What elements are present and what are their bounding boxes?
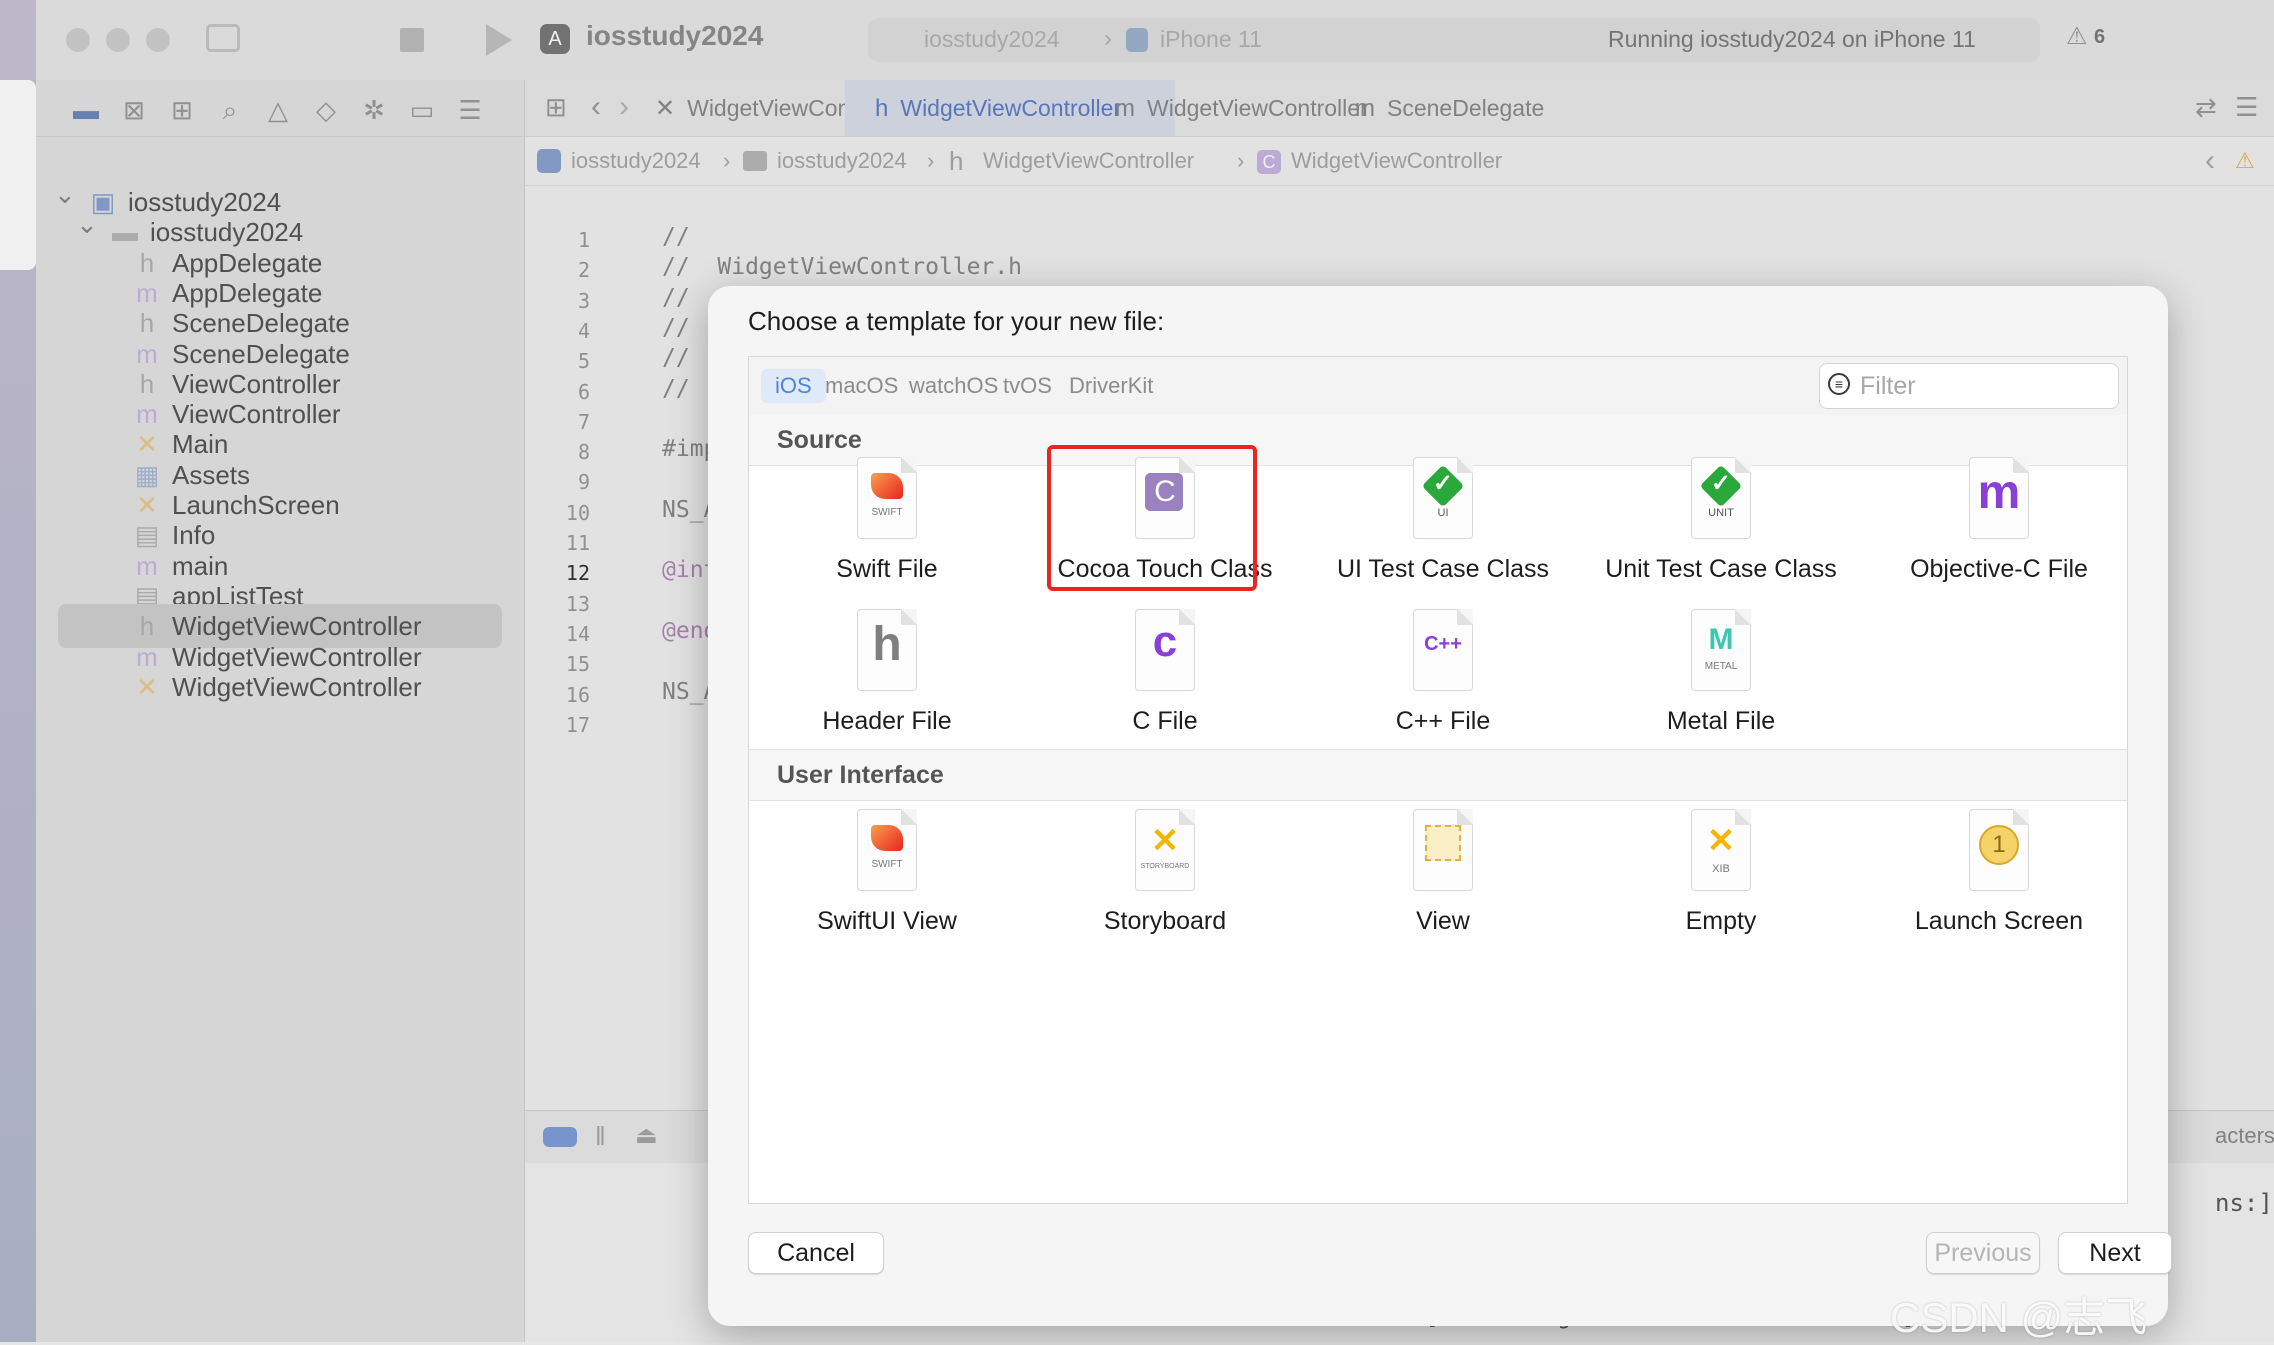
objective-c-file-icon: m (1969, 457, 2029, 539)
template-badge: c (1152, 617, 1178, 666)
ui-test-case-class-icon: ✓ UI (1413, 457, 1473, 539)
cancel-button[interactable]: Cancel (748, 1232, 884, 1274)
empty-icon: ✕ XIB (1691, 809, 1751, 891)
watermark: CSDN @志飞 (1890, 1294, 2148, 1341)
template-badge: C++ (1424, 633, 1462, 655)
template-badge: STORYBOARD (1140, 863, 1190, 870)
new-file-template-dialog: Choose a template for your new file: iOS… (708, 286, 2172, 1326)
template-name: Empty (1685, 907, 1757, 935)
template-name: Storyboard (1103, 907, 1227, 935)
template-item[interactable]: ✓ UI UI Test Case Class (1325, 457, 1561, 597)
template-badge: h (872, 618, 902, 671)
red-highlight-box (1047, 445, 1257, 591)
swiftui-view-icon: SWIFT (857, 809, 917, 891)
dialog-prompt: Choose a template for your new file: (748, 306, 1165, 336)
template-name: View (1416, 907, 1470, 935)
template-item[interactable]: m Objective-C File (1881, 457, 2117, 597)
template-item[interactable]: View (1325, 809, 1561, 949)
template-badge: METAL (1704, 661, 1738, 672)
section-header-user-interface: User Interface (749, 749, 2127, 801)
template-badge: XIB (1712, 863, 1730, 875)
next-button[interactable]: Next (2058, 1232, 2172, 1274)
view-icon (1413, 809, 1473, 891)
metal-file-icon: M METAL (1691, 609, 1751, 691)
template-item[interactable]: M METAL Metal File (1603, 609, 1839, 749)
platform-bar: iOS macOS watchOS tvOS DriverKit ≡ Filter (749, 357, 2127, 416)
template-badge: SWIFT (871, 507, 903, 518)
template-item[interactable]: 1 Launch Screen (1881, 809, 2117, 949)
template-item[interactable]: C++ C++ File (1325, 609, 1561, 749)
template-badge: UI (1437, 507, 1449, 519)
template-name: C++ File (1395, 707, 1491, 735)
template-panel: iOS macOS watchOS tvOS DriverKit ≡ Filter So… (748, 356, 2128, 1204)
template-badge: SWIFT (871, 859, 903, 870)
unit-test-case-class-icon: ✓ UNIT (1691, 457, 1751, 539)
template-item[interactable]: SWIFT SwiftUI View (769, 809, 1005, 949)
template-name: Header File (822, 707, 952, 735)
filter-field[interactable]: ≡ Filter (1819, 363, 2119, 409)
template-badge: 1 (1992, 831, 2006, 858)
launch-screen-icon: 1 (1969, 809, 2029, 891)
filter-placeholder: Filter (1860, 372, 1916, 400)
storyboard-icon: ✕ STORYBOARD (1135, 809, 1195, 891)
template-badge: UNIT (1708, 507, 1734, 519)
template-name: Launch Screen (1914, 907, 2084, 935)
template-item[interactable]: C Cocoa Touch Class (1047, 445, 1283, 627)
template-name: Objective-C File (1910, 555, 2088, 583)
template-badge: m (1977, 466, 2021, 519)
template-item[interactable]: ✕ STORYBOARD Storyboard (1047, 809, 1283, 949)
template-name: Swift File (836, 555, 938, 583)
template-item[interactable]: c C File (1047, 609, 1283, 749)
template-item[interactable]: SWIFT Swift File (769, 457, 1005, 597)
template-item[interactable]: h Header File (769, 609, 1005, 749)
template-name: SwiftUI View (817, 907, 957, 935)
previous-button[interactable]: Previous (1926, 1232, 2040, 1274)
template-item[interactable]: ✕ XIB Empty (1603, 809, 1839, 949)
filter-icon: ≡ (1828, 373, 1850, 395)
template-name: UI Test Case Class (1336, 555, 1550, 583)
template-name: Unit Test Case Class (1605, 555, 1837, 583)
c-file-icon: C++ (1413, 609, 1473, 691)
header-file-icon: h (857, 609, 917, 691)
platform-tab[interactable]: DriverKit (1055, 369, 1167, 403)
swift-file-icon: SWIFT (857, 457, 917, 539)
template-item[interactable]: ✓ UNIT Unit Test Case Class (1603, 457, 1839, 597)
template-name: C File (1132, 707, 1198, 735)
c-file-icon: c (1135, 609, 1195, 691)
template-name: Metal File (1666, 707, 1776, 735)
